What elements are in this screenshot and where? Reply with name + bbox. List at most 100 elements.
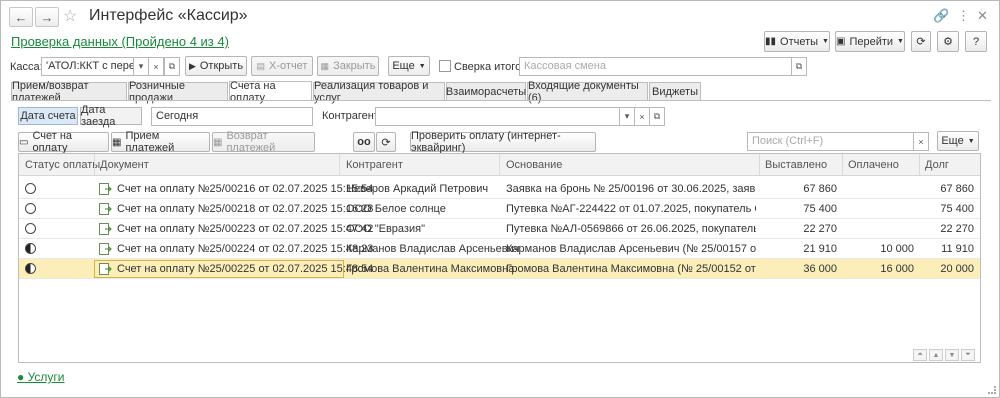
kassa-field[interactable]: 'АТОЛ:ККТ с передач	[41, 57, 134, 76]
date-account-toggle[interactable]: Дата счета	[18, 107, 78, 125]
table-row[interactable]: Счет на оплату №25/00223 от 02.07.2025 1…	[19, 219, 980, 239]
table-row[interactable]: Счет на оплату №25/00216 от 02.07.2025 1…	[19, 179, 980, 199]
open-label: Открыть	[199, 60, 244, 72]
more-actions-button[interactable]: Еще ▼	[937, 131, 979, 151]
gear-icon: ⚙	[943, 36, 953, 48]
document-icon	[99, 223, 112, 235]
col-document[interactable]: Документ	[100, 159, 149, 171]
col-separator	[759, 154, 760, 176]
tab-retail[interactable]: Розничные продажи	[128, 80, 228, 104]
document-icon	[99, 183, 112, 195]
close-icon[interactable]: ✕	[977, 8, 988, 24]
refund-label: Возврат платежей	[226, 130, 276, 154]
period-field[interactable]: Сегодня	[151, 107, 313, 126]
xreport-button[interactable]: ▤ Х-отчет	[251, 56, 313, 76]
arrow-right-icon: →	[40, 9, 54, 25]
resize-grip-icon[interactable]	[988, 386, 996, 394]
col-basis[interactable]: Основание	[506, 159, 562, 171]
issued-cell: 22 270	[803, 223, 837, 235]
col-separator	[919, 154, 920, 176]
back-button[interactable]: ←	[9, 7, 33, 27]
chevron-down-icon: ▼	[822, 38, 829, 45]
check-payment-button[interactable]: Проверить оплату (интернет-эквайринг)	[410, 130, 596, 154]
refresh-list-button[interactable]: ⟳	[376, 132, 396, 152]
forward-button[interactable]: →	[35, 7, 59, 27]
doc-cell: Счет на оплату №25/00225 от 02.07.2025 1…	[117, 263, 374, 275]
table-row[interactable]: Счет на оплату №25/00218 от 02.07.2025 1…	[19, 199, 980, 219]
col-separator	[499, 154, 500, 176]
more-button[interactable]: Еще ▼	[388, 56, 430, 76]
scroll-up-icon[interactable]: ▲	[929, 349, 943, 361]
tab-payments[interactable]: Прием/возврат платежей	[11, 80, 127, 104]
contractor-cell: ООО Белое солнце	[346, 203, 446, 215]
favorite-star-icon[interactable]: ☆	[63, 6, 77, 26]
dropdown-icon[interactable]: ▾	[133, 57, 149, 76]
col-issued[interactable]: Выставлено	[765, 159, 827, 171]
scroll-top-icon[interactable]: ⏶	[913, 349, 927, 361]
goto-label: Перейти	[849, 35, 894, 48]
glasses-button[interactable]: oo	[353, 132, 375, 152]
dropdown-icon[interactable]: ▾	[619, 107, 635, 126]
col-debt[interactable]: Долг	[925, 159, 949, 171]
doc-cell: Счет на оплату №25/00218 от 02.07.2025 1…	[117, 203, 374, 215]
doc-cell: Счет на оплату №25/00223 от 02.07.2025 1…	[117, 223, 374, 235]
settings-button[interactable]: ⚙	[937, 31, 959, 52]
close-shift-button[interactable]: ▦ Закрыть	[317, 56, 379, 76]
col-paid[interactable]: Оплачено	[848, 159, 899, 171]
tab-invoices[interactable]: Счета на оплату	[229, 80, 312, 104]
refresh-icon: ⟳	[381, 136, 391, 149]
clear-search-icon[interactable]: ×	[913, 132, 929, 151]
kassa-label: Касса:	[10, 61, 43, 73]
help-button[interactable]: ?	[965, 31, 987, 52]
clear-icon[interactable]: ×	[148, 57, 164, 76]
unpaid-status-icon	[25, 183, 36, 194]
more-menu-icon[interactable]: ⋮	[957, 8, 970, 24]
invoice-label: Счет на оплату	[32, 130, 73, 154]
date-arrival-toggle[interactable]: Дата заезда	[80, 104, 142, 128]
open-link-icon[interactable]: ⧉	[791, 57, 807, 76]
tab-incoming[interactable]: Входящие документы (6)	[527, 80, 648, 104]
table-row[interactable]: Счет на оплату №25/00224 от 02.07.2025 1…	[19, 239, 980, 259]
refresh-icon: ⟳	[916, 36, 926, 48]
chevron-down-icon: ▼	[418, 62, 426, 70]
reports-button[interactable]: ▮▮ Отчеты ▼	[764, 31, 830, 52]
contractor-cell: Громова Валентина Максимовна	[346, 263, 515, 275]
tab-settlements[interactable]: Взаиморасчеты	[446, 82, 526, 100]
issued-cell: 75 400	[803, 203, 837, 215]
sverka-checkbox[interactable]	[439, 60, 451, 72]
unpaid-status-icon	[25, 223, 36, 234]
issued-cell: 67 860	[803, 183, 837, 195]
invoices-table: Статус оплаты Документ Контрагент Основа…	[18, 153, 981, 363]
clear-icon[interactable]: ×	[634, 107, 650, 126]
open-link-icon[interactable]: ⧉	[164, 57, 180, 76]
refresh-button[interactable]: ⟳	[911, 31, 931, 52]
invoice-icon: ▭	[19, 136, 29, 148]
col-status[interactable]: Статус оплаты	[25, 159, 100, 171]
cash-register-icon: ▦	[112, 136, 122, 148]
open-link-icon[interactable]: ⧉	[649, 107, 665, 126]
basis-cell: Заявка на бронь № 25/00196 от 30.06.2025…	[506, 183, 756, 195]
link-icon[interactable]: 🔗	[933, 8, 949, 24]
col-contractor[interactable]: Контрагент	[346, 159, 403, 171]
table-row-selected[interactable]: Счет на оплату №25/00225 от 02.07.2025 1…	[19, 259, 980, 279]
services-link[interactable]: ● Услуги	[17, 370, 64, 384]
tab-sales[interactable]: Реализация товаров и услуг	[313, 80, 445, 104]
scroll-bottom-icon[interactable]: ⏷	[961, 349, 975, 361]
receive-payments-button[interactable]: ▦ Прием платежей	[111, 130, 210, 154]
contractor-field[interactable]	[375, 107, 620, 126]
data-check-link[interactable]: Проверка данных (Пройдено 4 из 4)	[11, 34, 229, 49]
tab-widgets[interactable]: Виджеты	[649, 82, 701, 100]
doc-cell: Счет на оплату №25/00224 от 02.07.2025 1…	[117, 243, 374, 255]
title-bar: ← → ☆ Интерфейс «Кассир» 🔗 ⋮ ✕	[1, 1, 999, 33]
more-label: Еще	[392, 60, 415, 72]
scroll-down-icon[interactable]: ▼	[945, 349, 959, 361]
refund-payments-button[interactable]: ▦ Возврат платежей	[212, 130, 315, 154]
col-separator	[339, 154, 340, 176]
shift-field[interactable]: Кассовая смена	[519, 57, 792, 76]
window-icon: ▣	[836, 36, 846, 47]
goto-button[interactable]: ▣ Перейти ▼	[835, 31, 905, 52]
open-shift-button[interactable]: ▶ Открыть	[185, 56, 247, 76]
search-input[interactable]: Поиск (Ctrl+F)	[747, 132, 914, 151]
unpaid-status-icon	[25, 203, 36, 214]
create-invoice-button[interactable]: ▭ Счет на оплату	[18, 130, 109, 154]
